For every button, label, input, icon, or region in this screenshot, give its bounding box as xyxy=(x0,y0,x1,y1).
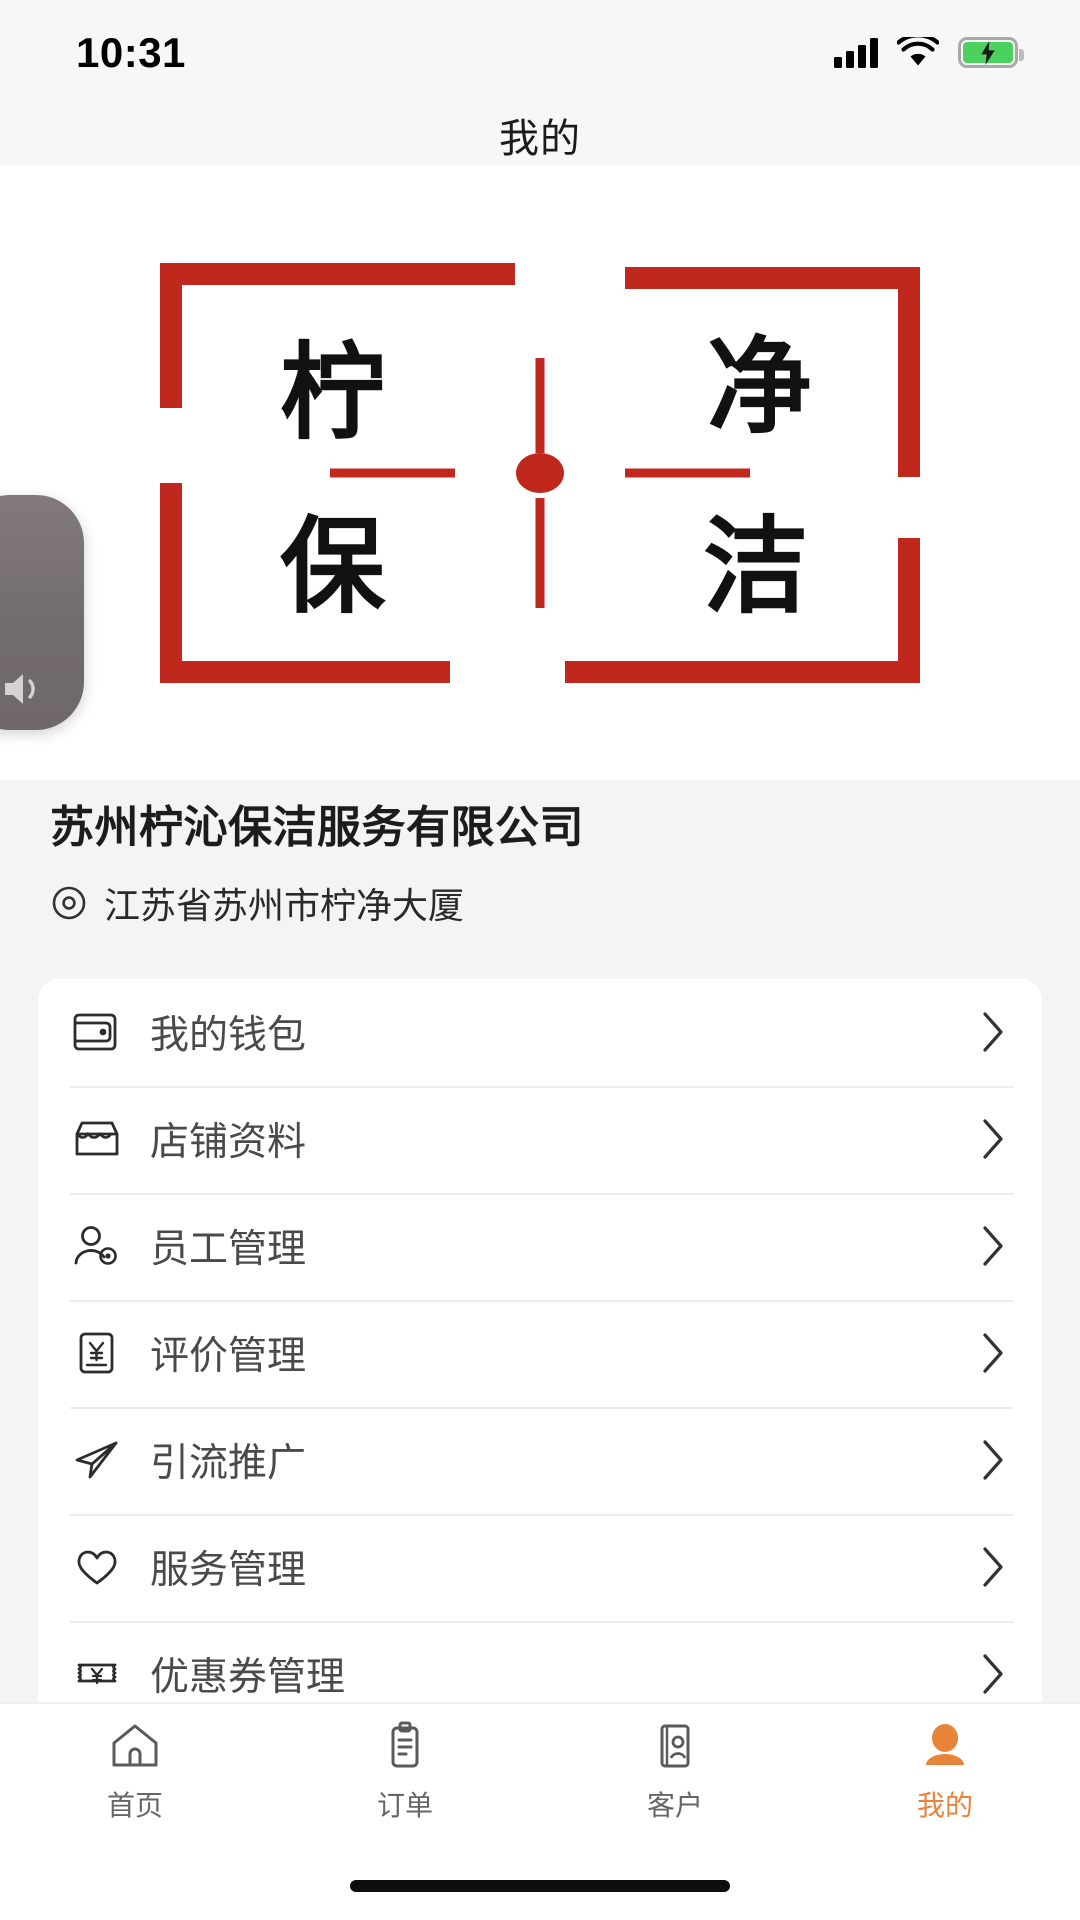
menu-item-label: 店铺资料 xyxy=(150,1121,307,1165)
wallet-icon xyxy=(70,1005,124,1059)
logo-crosshair-left xyxy=(330,468,455,477)
logo-bracket-bottom-left-h xyxy=(160,660,450,683)
company-name: 苏州柠沁保洁服务有限公司 xyxy=(50,803,584,852)
shop-icon xyxy=(70,1112,124,1166)
bottom-tab-bar: 首页 订单 客户 我的 xyxy=(0,1702,1080,1852)
menu-item-coupon-management[interactable]: 优惠券管理 xyxy=(38,1620,1042,1702)
chevron-right-icon xyxy=(983,1119,1003,1159)
tab-label: 订单 xyxy=(376,1790,433,1821)
menu-item-service-management[interactable]: 服务管理 xyxy=(38,1513,1042,1621)
address-text: 江苏省苏州市柠净大厦 xyxy=(104,884,465,926)
chevron-right-icon xyxy=(983,1547,1003,1587)
person-icon xyxy=(917,1718,973,1774)
tab-label: 我的 xyxy=(916,1790,973,1821)
logo-char-2: 净 xyxy=(706,325,812,448)
logo-bracket-bottom-right-v xyxy=(898,537,920,683)
tab-profile[interactable]: 我的 xyxy=(810,1718,1080,1824)
status-bar: 10:31 xyxy=(0,0,1080,105)
logo-bracket-top-right-v xyxy=(898,266,920,477)
menu-item-label: 优惠券管理 xyxy=(150,1656,346,1700)
chevron-right-icon xyxy=(983,1226,1003,1266)
home-icon xyxy=(107,1718,163,1774)
logo-bracket-top-right-h xyxy=(625,266,920,289)
tab-customers[interactable]: 客户 xyxy=(540,1718,810,1824)
paper-plane-icon xyxy=(70,1433,124,1487)
volume-hud-slider[interactable] xyxy=(0,495,84,730)
menu-item-label: 员工管理 xyxy=(150,1228,307,1272)
menu-item-promotion[interactable]: 引流推广 xyxy=(38,1406,1042,1514)
logo-char-3: 保 xyxy=(280,505,386,628)
logo-center-dot xyxy=(516,452,564,493)
menu-item-staff-management[interactable]: 员工管理 xyxy=(38,1192,1042,1300)
logo-crosshair-right xyxy=(625,468,750,477)
logo-bracket-top-left-v xyxy=(160,262,182,408)
user-gear-icon xyxy=(70,1219,124,1273)
menu-item-label: 服务管理 xyxy=(150,1549,307,1593)
battery-charging-icon xyxy=(958,37,1024,68)
chevron-right-icon xyxy=(983,1012,1003,1052)
tab-label: 首页 xyxy=(106,1790,163,1821)
logo-bracket-top-left-h xyxy=(160,262,515,285)
heart-icon xyxy=(70,1540,124,1594)
logo-bracket-bottom-left-v xyxy=(160,482,182,683)
logo-crosshair-top xyxy=(535,357,545,453)
tab-home[interactable]: 首页 xyxy=(0,1718,270,1824)
status-icon-group xyxy=(834,37,1024,68)
address-row: 江苏省苏州市柠净大厦 xyxy=(50,877,1030,929)
status-time: 10:31 xyxy=(76,28,186,76)
chevron-right-icon xyxy=(983,1333,1003,1373)
chevron-right-icon xyxy=(983,1654,1003,1694)
scroll-content[interactable]: 柠 净 保 洁 苏州柠沁保洁服务有限公司 江苏省苏州市柠净大厦 我的钱包 店铺资… xyxy=(0,165,1080,1702)
settings-menu-card: 我的钱包 店铺资料 员工管理 评价管理 引流推广 服务管理 优惠券管理 xyxy=(38,978,1042,1702)
home-indicator-area xyxy=(0,1852,1080,1920)
location-pin-icon xyxy=(52,886,86,920)
menu-item-label: 评价管理 xyxy=(150,1335,307,1379)
clipboard-icon xyxy=(377,1718,433,1774)
menu-item-review-management[interactable]: 评价管理 xyxy=(38,1299,1042,1407)
logo-crosshair-bottom xyxy=(535,497,545,608)
menu-item-label: 我的钱包 xyxy=(150,1014,307,1058)
menu-item-wallet[interactable]: 我的钱包 xyxy=(38,978,1042,1086)
brand-logo: 柠 净 保 洁 xyxy=(160,262,920,683)
logo-bracket-bottom-right-h xyxy=(565,660,920,683)
page-title: 我的 xyxy=(499,117,581,161)
cellular-signal-icon xyxy=(834,37,878,68)
chevron-right-icon xyxy=(983,1440,1003,1480)
wifi-icon xyxy=(897,37,939,68)
home-indicator[interactable] xyxy=(350,1880,730,1892)
tab-label: 客户 xyxy=(646,1790,703,1821)
page-header: 我的 xyxy=(0,105,1080,165)
shop-logo-banner: 柠 净 保 洁 xyxy=(0,165,1080,780)
speaker-icon xyxy=(5,674,35,704)
logo-char-4: 洁 xyxy=(702,505,808,628)
app-screen: 10:31 我的 柠 净 保 洁 苏州柠沁保洁服务有限公司 江苏省苏州市柠净大厦… xyxy=(0,0,1080,1920)
shop-profile: 苏州柠沁保洁服务有限公司 江苏省苏州市柠净大厦 xyxy=(0,780,1080,961)
logo-char-1: 柠 xyxy=(280,331,386,454)
menu-item-shop-info[interactable]: 店铺资料 xyxy=(38,1085,1042,1193)
tab-orders[interactable]: 订单 xyxy=(270,1718,540,1824)
review-yen-document-icon xyxy=(70,1326,124,1380)
contact-card-icon xyxy=(647,1718,703,1774)
coupon-yen-icon xyxy=(70,1647,124,1701)
menu-item-label: 引流推广 xyxy=(150,1442,307,1486)
